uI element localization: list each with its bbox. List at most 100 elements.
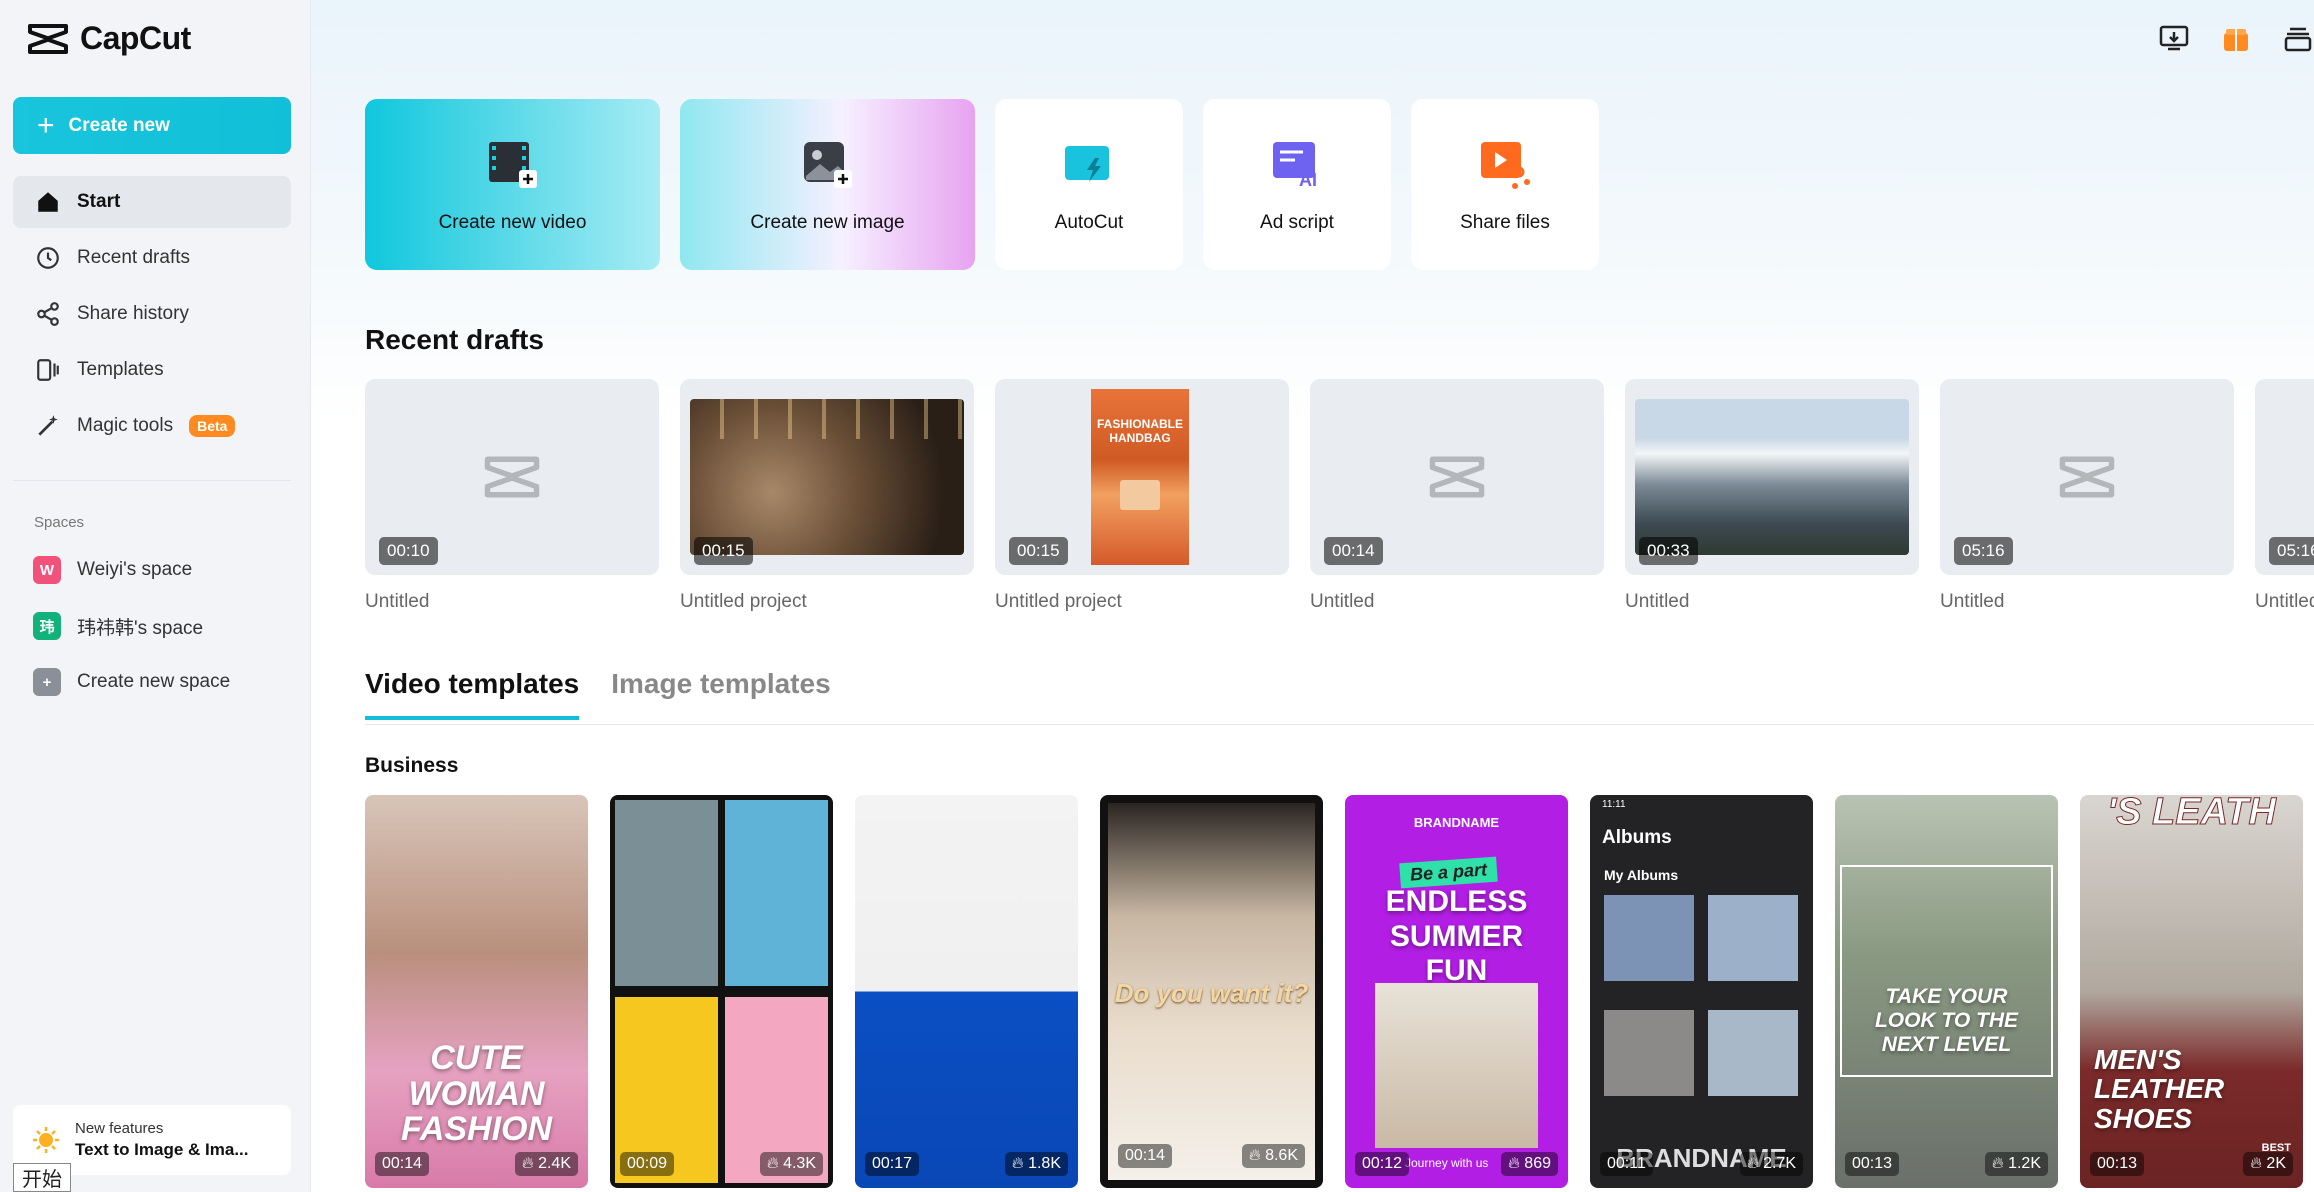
spaces-label: Spaces: [34, 514, 85, 531]
template-text: Albums: [1602, 827, 1672, 848]
template-duration: 00:14: [1118, 1144, 1173, 1168]
ime-indicator: 开始: [13, 1163, 71, 1192]
draft-name: Untitled project: [680, 591, 807, 612]
image-plus-icon: [803, 141, 852, 188]
party-photo: [690, 399, 964, 555]
draft-duration: 05:16: [1954, 537, 2013, 565]
sidebar-nav: Start Recent drafts Share history Templa…: [13, 176, 291, 456]
template-text: MEN'S LEATHER SHOES: [2094, 1044, 2225, 1134]
draft-name: Untitled: [1940, 591, 2005, 612]
create-new-image-card[interactable]: Create new image: [680, 99, 975, 270]
sidebar-item-magic-tools[interactable]: Magic tools Beta: [13, 400, 291, 452]
tab-video-templates[interactable]: Video templates: [365, 668, 580, 720]
download-desktop-icon[interactable]: [2158, 22, 2190, 54]
sun-icon: [33, 1127, 59, 1153]
sidebar-item-start[interactable]: Start: [13, 176, 291, 228]
template-tabs: Video templates Image templates: [365, 668, 831, 720]
phone-status-time: 11:11: [1602, 799, 1626, 810]
template-card[interactable]: 00:09 🔥︎ 4.3K: [610, 795, 833, 1188]
donut-photo: [615, 800, 718, 986]
menu-stack-icon[interactable]: [2282, 22, 2314, 54]
create-new-space[interactable]: + Create new space: [13, 654, 291, 710]
template-card[interactable]: 11:11 Albums My Albums BRANDNAME 00:11 🔥…: [1590, 795, 1813, 1188]
template-likes: 🔥︎ 2.4K: [514, 1152, 578, 1176]
recent-drafts-title: Recent drafts: [365, 324, 544, 355]
donut-photo: [725, 800, 828, 986]
sidebar-item-label: Templates: [77, 359, 164, 380]
sidebar-item-recent-drafts[interactable]: Recent drafts: [13, 232, 291, 284]
draft-card[interactable]: 05:16 Untitled: [2255, 379, 2314, 613]
recent-drafts-list: 00:10 Untitled 00:15 Untitled project FA…: [365, 379, 2314, 613]
quick-action-label: Create new image: [750, 211, 905, 233]
handbag-text: FASHIONABLE HANDBAG: [1096, 417, 1183, 446]
new-features-title: New features: [75, 1120, 164, 1137]
draft-name: Untitled project: [995, 591, 1122, 612]
template-duration: 00:13: [2090, 1152, 2145, 1176]
draft-card[interactable]: 00:33 Untitled: [1625, 379, 1919, 613]
template-likes: 🔥︎ 869: [1501, 1152, 1558, 1176]
album-photo: [1604, 1010, 1694, 1096]
draft-name: Untitled: [1310, 591, 1375, 612]
ad-script-icon: AI: [1273, 141, 1317, 190]
space-label: Create new space: [77, 671, 231, 692]
create-new-button[interactable]: + Create new: [13, 97, 291, 154]
plus-icon: +: [33, 668, 61, 696]
draft-card[interactable]: FASHIONABLE HANDBAG 00:15 Untitled proje…: [995, 379, 1289, 613]
capcut-logo[interactable]: CapCut: [26, 20, 191, 57]
template-text: TAKE YOUR LOOK TO THE NEXT LEVEL: [1874, 985, 2019, 1057]
template-text: CUTE WOMAN FASHION: [400, 1038, 553, 1149]
space-label: 玮祎韩's space: [77, 617, 204, 639]
autocut-card[interactable]: AutoCut: [995, 99, 1183, 270]
top-toolbar: [2158, 22, 2314, 54]
template-card[interactable]: Do you want it? 00:14 🔥︎ 8.6K: [1100, 795, 1323, 1188]
draft-duration: 00:14: [1324, 537, 1383, 565]
tab-image-templates[interactable]: Image templates: [611, 668, 830, 720]
quick-action-label: Create new video: [438, 211, 587, 233]
create-new-label: Create new: [68, 114, 170, 136]
draft-duration: 00:33: [1639, 537, 1698, 565]
template-duration: 00:11: [1600, 1152, 1653, 1176]
sidebar-item-templates[interactable]: Templates: [13, 344, 291, 396]
draft-thumbnail: 00:14: [1310, 379, 1604, 575]
ad-script-card[interactable]: AI Ad script: [1203, 99, 1391, 270]
draft-duration: 05:16: [2269, 537, 2314, 565]
draft-thumbnail: 00:15: [680, 379, 974, 575]
template-tag: Be a part: [1399, 856, 1498, 889]
template-card[interactable]: TAKE YOUR LOOK TO THE NEXT LEVEL 00:13 🔥…: [1835, 795, 2058, 1188]
draft-card[interactable]: 05:16 Untitled: [1940, 379, 2234, 613]
draft-thumbnail: 05:16: [1940, 379, 2234, 575]
space-item-weiyi[interactable]: W Weiyi's space: [13, 542, 291, 598]
draft-thumbnail: 00:10: [365, 379, 659, 575]
share-files-icon: [1481, 141, 1530, 189]
template-card[interactable]: CUTE WOMAN FASHION 00:14 🔥︎ 2.4K: [365, 795, 588, 1188]
sidebar-item-share-history[interactable]: Share history: [13, 288, 291, 340]
draft-duration: 00:15: [1009, 537, 1068, 565]
template-duration: 00:17: [865, 1152, 920, 1176]
mountain-photo: [1635, 399, 1909, 555]
quick-action-label: Ad script: [1260, 211, 1334, 233]
capcut-placeholder-icon: [2059, 456, 2115, 498]
space-item-second[interactable]: 玮 玮祎韩's space: [13, 598, 291, 654]
template-duration: 00:13: [1845, 1152, 1900, 1176]
share-files-card[interactable]: Share files: [1411, 99, 1599, 270]
template-likes: 🔥︎ 4.3K: [759, 1152, 823, 1176]
draft-card[interactable]: 00:10 Untitled: [365, 379, 659, 613]
app-name: CapCut: [80, 20, 191, 56]
template-card[interactable]: BRANDNAME Be a part ENDLESS SUMMER FUN J…: [1345, 795, 1568, 1188]
capcut-placeholder-icon: [1429, 456, 1485, 498]
create-new-video-card[interactable]: Create new video: [365, 99, 660, 270]
autocut-icon: [1065, 145, 1109, 182]
album-photo: [1708, 895, 1798, 981]
draft-card[interactable]: 00:15 Untitled project: [680, 379, 974, 613]
draft-card[interactable]: 00:14 Untitled: [1310, 379, 1604, 613]
template-card[interactable]: 00:17 🔥︎ 1.8K: [855, 795, 1078, 1188]
template-text: Do you want it?: [1114, 978, 1309, 1008]
template-card[interactable]: 'S LEATH MEN'S LEATHER SHOES BEST 00:13 …: [2080, 795, 2303, 1188]
template-subtitle: My Albums: [1604, 867, 1679, 883]
template-footer: Journey with us: [1405, 1156, 1489, 1170]
template-likes: 🔥︎ 2.7K: [1739, 1152, 1803, 1176]
capcut-logo-icon: [28, 23, 68, 54]
gift-icon[interactable]: [2220, 22, 2252, 54]
template-duration: 00:09: [620, 1152, 675, 1176]
draft-thumbnail: FASHIONABLE HANDBAG 00:15: [995, 379, 1289, 575]
